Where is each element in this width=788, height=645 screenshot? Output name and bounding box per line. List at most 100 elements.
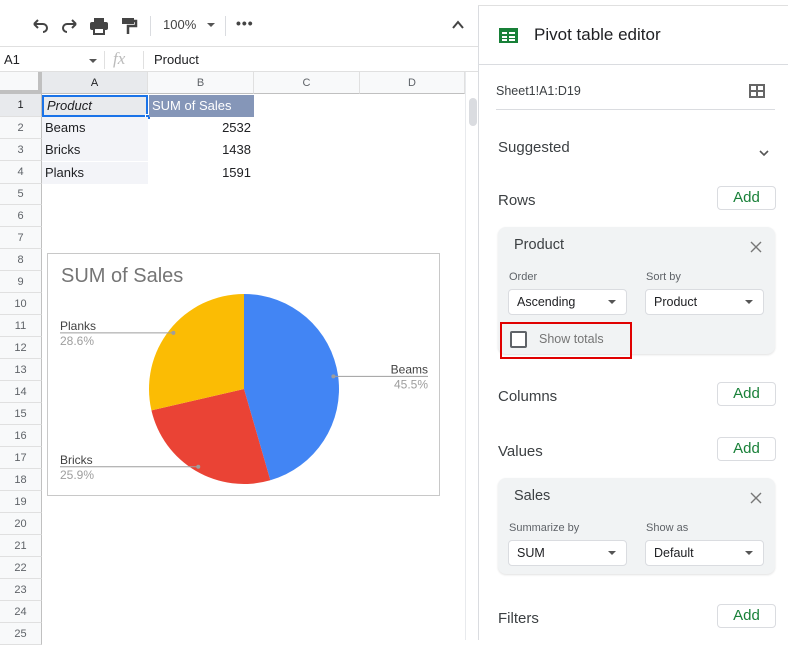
column-header-b[interactable]: B — [148, 72, 254, 94]
rows-label: Rows — [498, 192, 536, 209]
cell-b3[interactable]: 1438 — [148, 139, 254, 161]
row-header-12[interactable]: 12 — [0, 337, 42, 359]
spreadsheet-area: 100% ••• A1 fx Product A B C D 123456789… — [0, 0, 478, 645]
row-header-8[interactable]: 8 — [0, 249, 42, 271]
order-label: Order — [509, 271, 538, 283]
row-header-19[interactable]: 19 — [0, 491, 42, 513]
row-header-22[interactable]: 22 — [0, 557, 42, 579]
pie-chart[interactable]: SUM of Sales Beams 45.5% Bricks 25.9% Planks… — [47, 253, 440, 496]
leader-dot-beams — [331, 374, 336, 379]
zoom-select[interactable]: 100% — [163, 17, 196, 32]
leader-dot-bricks — [196, 464, 201, 469]
row-header-20[interactable]: 20 — [0, 513, 42, 535]
row-header-10[interactable]: 10 — [0, 293, 42, 315]
close-icon[interactable] — [750, 491, 762, 504]
row-header-25[interactable]: 25 — [0, 623, 42, 645]
toolbar: 100% ••• — [0, 6, 478, 46]
dropdown-caret-icon — [745, 551, 753, 555]
row-header-23[interactable]: 23 — [0, 579, 42, 601]
value-field-title: Sales — [514, 488, 551, 504]
sheets-icon — [499, 28, 518, 48]
cell-b2[interactable]: 2532 — [148, 117, 254, 139]
redo-icon[interactable] — [60, 17, 80, 35]
cell-b4[interactable]: 1591 — [148, 162, 254, 184]
row-header-24[interactable]: 24 — [0, 601, 42, 623]
row-header-11[interactable]: 11 — [0, 315, 42, 337]
columns-label: Columns — [498, 388, 558, 405]
select-all-corner[interactable] — [0, 72, 42, 94]
collapse-icon[interactable] — [451, 18, 465, 32]
toolbar-separator — [150, 16, 151, 36]
row-header-15[interactable]: 15 — [0, 403, 42, 425]
cell-a1[interactable]: Product — [42, 95, 148, 117]
dropdown-caret-icon — [745, 300, 753, 304]
panel-title: Pivot table editor — [534, 25, 661, 44]
pivot-table-editor: Pivot table editor Sheet1!A1:D19 Suggest… — [478, 6, 788, 640]
dropdown-caret-icon — [608, 300, 616, 304]
values-label: Values — [498, 443, 543, 460]
add-rows-button[interactable]: Add — [717, 186, 776, 210]
range-underline — [496, 109, 775, 110]
row-header-21[interactable]: 21 — [0, 535, 42, 557]
more-icon[interactable]: ••• — [236, 15, 254, 31]
row-header-6[interactable]: 6 — [0, 205, 42, 227]
row-header-13[interactable]: 13 — [0, 359, 42, 381]
select-range-icon[interactable] — [749, 84, 765, 98]
row-header-7[interactable]: 7 — [0, 227, 42, 249]
row-header-3[interactable]: 3 — [0, 139, 42, 161]
name-box[interactable]: A1 — [4, 52, 20, 67]
column-header-a[interactable]: A — [42, 72, 148, 94]
sortby-select[interactable]: Product — [645, 289, 764, 315]
add-columns-button[interactable]: Add — [717, 382, 776, 406]
add-filters-button[interactable]: Add — [717, 604, 776, 628]
showas-value: Default — [654, 546, 694, 560]
print-icon[interactable] — [89, 17, 109, 35]
show-totals-label[interactable]: Show totals — [539, 332, 604, 346]
formula-bar: A1 fx Product — [0, 46, 478, 72]
row-header-5[interactable]: 5 — [0, 184, 42, 205]
summarize-select[interactable]: SUM — [508, 540, 627, 566]
row-field-title: Product — [514, 237, 564, 253]
row-header-1[interactable]: 1 — [0, 94, 42, 117]
order-select[interactable]: Ascending — [508, 289, 627, 315]
showas-select[interactable]: Default — [645, 540, 764, 566]
column-header-c[interactable]: C — [254, 72, 360, 94]
undo-icon[interactable] — [30, 17, 50, 35]
row-header-2[interactable]: 2 — [0, 117, 42, 139]
row-header-9[interactable]: 9 — [0, 271, 42, 293]
formula-input[interactable]: Product — [154, 52, 199, 67]
row-header-18[interactable]: 18 — [0, 469, 42, 491]
vertical-scrollbar[interactable] — [465, 72, 478, 640]
show-totals-checkbox[interactable] — [510, 331, 527, 348]
zoom-caret-icon[interactable] — [207, 23, 215, 27]
summarize-value: SUM — [517, 546, 545, 560]
scrollbar-thumb[interactable] — [469, 98, 477, 126]
close-icon[interactable] — [750, 240, 762, 253]
suggested-label[interactable]: Suggested — [498, 139, 570, 156]
value-field-card: Sales Summarize by SUM Show as Default — [498, 478, 775, 574]
chevron-down-icon[interactable] — [758, 144, 770, 162]
cell-a2[interactable]: Beams — [42, 117, 148, 139]
row-header-17[interactable]: 17 — [0, 447, 42, 469]
order-value: Ascending — [517, 295, 576, 309]
row-header-16[interactable]: 16 — [0, 425, 42, 447]
row-header-14[interactable]: 14 — [0, 381, 42, 403]
formula-separator — [104, 51, 105, 69]
showas-label: Show as — [646, 522, 689, 534]
cell-a4[interactable]: Planks — [42, 162, 148, 184]
slice-percent-bricks: 25.9% — [60, 468, 94, 482]
paint-format-icon[interactable] — [119, 17, 139, 35]
slice-label-bricks: Bricks — [60, 453, 93, 467]
slice-percent-beams: 45.5% — [394, 377, 428, 391]
pie-chart-svg: Beams45.5% Bricks25.9% Planks28.6% — [60, 294, 428, 484]
cell-a3[interactable]: Bricks — [42, 139, 148, 161]
formula-separator — [143, 51, 144, 69]
row-header-4[interactable]: 4 — [0, 161, 42, 184]
slice-percent-planks: 28.6% — [60, 334, 94, 348]
name-box-caret-icon[interactable] — [89, 59, 97, 63]
column-header-d[interactable]: D — [360, 72, 465, 94]
data-range[interactable]: Sheet1!A1:D19 — [496, 84, 581, 98]
cell-b1[interactable]: SUM of Sales — [149, 95, 254, 117]
add-values-button[interactable]: Add — [717, 437, 776, 461]
sortby-label: Sort by — [646, 271, 681, 283]
